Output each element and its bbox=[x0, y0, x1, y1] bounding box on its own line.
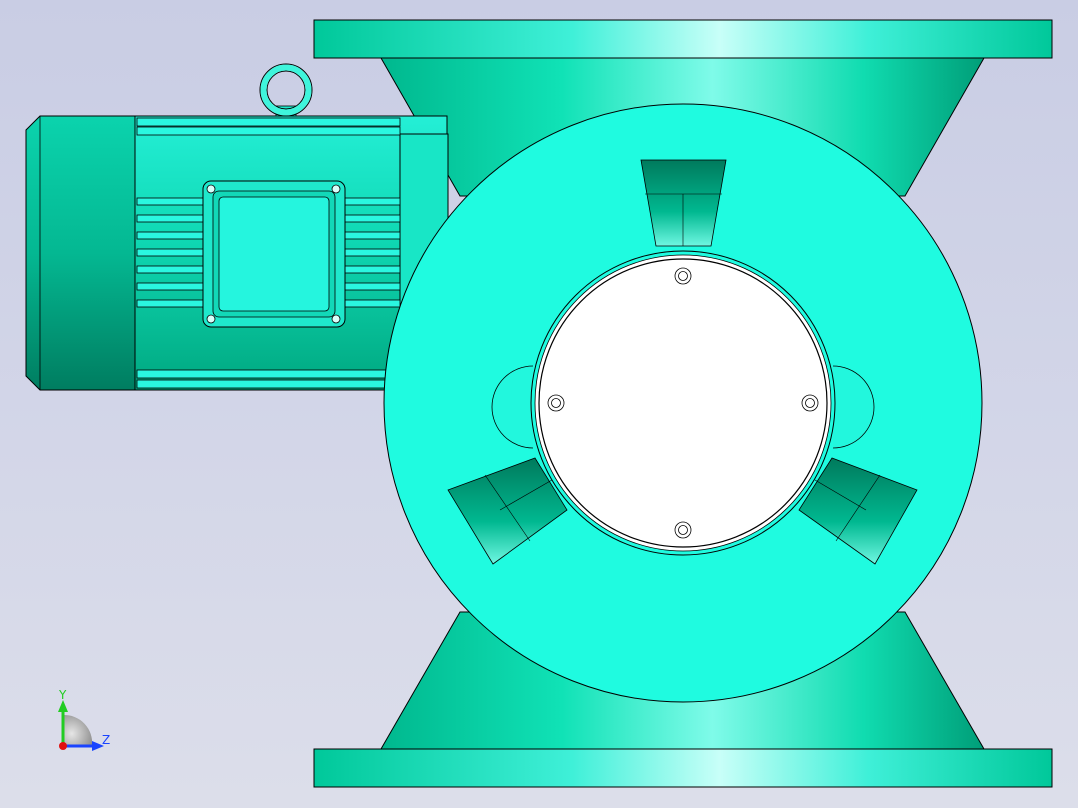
end-cover[interactable] bbox=[538, 258, 828, 548]
cad-viewport[interactable]: Y Z bbox=[0, 0, 1078, 808]
lifting-eye[interactable] bbox=[259, 63, 313, 117]
terminal-box[interactable] bbox=[202, 180, 346, 328]
motor-fan-cover[interactable] bbox=[25, 115, 136, 391]
axis-triad: Y Z bbox=[58, 688, 110, 751]
x-axis-dot bbox=[59, 742, 67, 750]
y-axis-label: Y bbox=[58, 688, 67, 702]
z-axis-label: Z bbox=[102, 733, 110, 747]
rotor-pocket-top bbox=[640, 159, 727, 247]
upper-flange[interactable] bbox=[313, 19, 1053, 59]
lower-flange[interactable] bbox=[313, 748, 1053, 788]
triad-plane bbox=[63, 714, 93, 746]
motor[interactable] bbox=[25, 63, 449, 391]
